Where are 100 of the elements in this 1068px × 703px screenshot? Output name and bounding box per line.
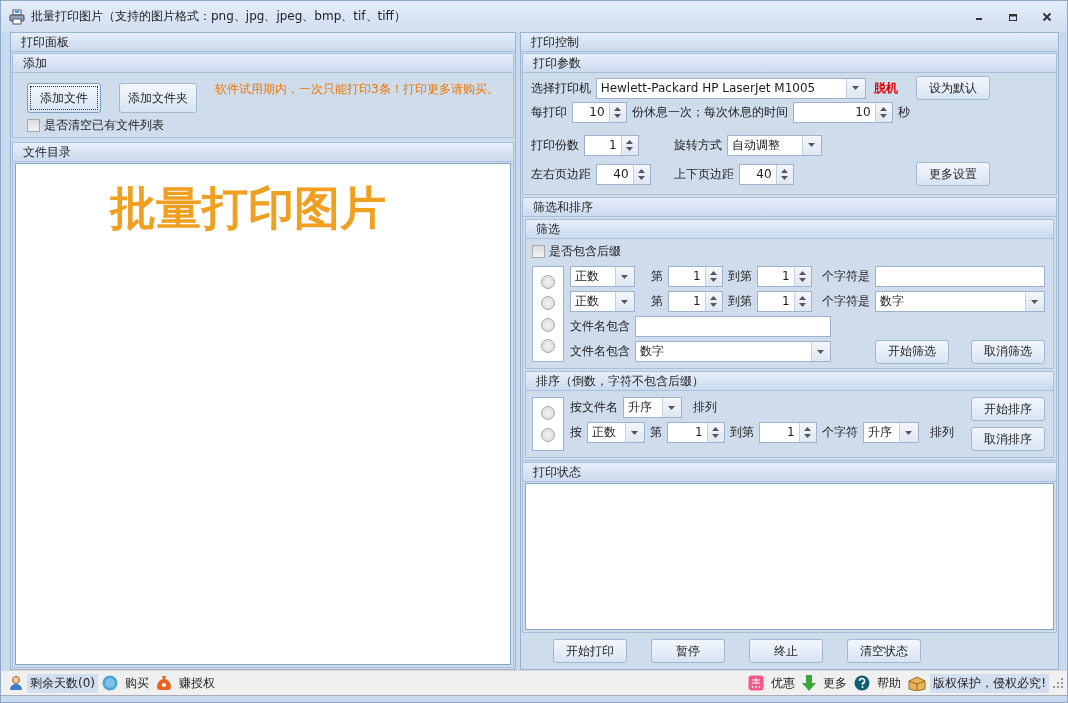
- down-arrow-icon: [802, 675, 817, 691]
- number-field[interactable]: 40: [595, 163, 651, 185]
- button[interactable]: 开始打印: [552, 639, 627, 663]
- number-field[interactable]: 1: [667, 291, 723, 312]
- checkbox-label: 是否包含后缀: [548, 243, 621, 260]
- dropdown[interactable]: 正数: [569, 266, 635, 287]
- caret-icon: [668, 405, 676, 410]
- label: 份休息一次；每次休息的时间: [631, 103, 788, 121]
- spin-arrows-icon: [804, 427, 812, 438]
- label: 到第: [727, 293, 752, 310]
- spin-arrows-icon: [710, 296, 718, 307]
- spin-arrows-icon: [710, 271, 718, 282]
- spin-arrows-icon: [880, 106, 888, 118]
- panel-header: 打印控制: [520, 33, 1058, 52]
- dropdown[interactable]: 正数: [569, 291, 635, 312]
- label: 第: [649, 424, 662, 441]
- button[interactable]: 开始排序: [970, 397, 1045, 421]
- caret-icon: [621, 274, 629, 279]
- status-item[interactable]: 版权保护，侵权必究!: [930, 673, 1049, 693]
- radio-button[interactable]: [540, 428, 555, 442]
- button[interactable]: 开始筛选: [874, 339, 949, 364]
- dropdown[interactable]: 数字: [874, 291, 1045, 312]
- number-field[interactable]: 1: [667, 266, 723, 287]
- spin-arrows-icon: [638, 168, 646, 180]
- label: 每打印: [530, 103, 567, 121]
- number-field[interactable]: 10: [571, 101, 627, 123]
- label: 个字符: [821, 424, 858, 441]
- caret-icon: [1031, 299, 1039, 304]
- label: 到第: [727, 268, 752, 285]
- dropdown[interactable]: 正数: [586, 422, 645, 443]
- status-item[interactable]: 剩余天数(0): [27, 673, 98, 693]
- person-icon: [9, 675, 23, 691]
- button[interactable]: 添加文件: [27, 83, 101, 113]
- checkbox[interactable]: [27, 119, 40, 132]
- banner-title: 批量打印图片: [109, 180, 386, 237]
- printer-icon: [9, 8, 25, 25]
- button[interactable]: 终止: [748, 639, 823, 663]
- dropdown[interactable]: Hewlett-Packard HP LaserJet M1005: [595, 77, 866, 99]
- spin-arrows-icon: [799, 296, 807, 307]
- button[interactable]: 暂停: [650, 639, 725, 663]
- dropdown[interactable]: 升序: [862, 422, 919, 443]
- badge-icon: [102, 675, 118, 691]
- number-field[interactable]: 1: [758, 422, 817, 443]
- radio-button[interactable]: [540, 339, 555, 354]
- spin-arrows-icon: [799, 271, 807, 282]
- caret-icon: [817, 349, 825, 354]
- checkbox[interactable]: [531, 245, 545, 258]
- status-item[interactable]: 购买: [122, 673, 152, 693]
- resize-grip-icon[interactable]: [1053, 678, 1063, 688]
- text-field[interactable]: [874, 266, 1045, 287]
- dropdown[interactable]: 数字: [634, 341, 831, 362]
- radio-button[interactable]: [540, 317, 555, 332]
- radio-button[interactable]: [540, 406, 555, 420]
- caret-icon: [808, 143, 816, 147]
- button[interactable]: 设为默认: [915, 76, 990, 100]
- label: 到第: [729, 424, 754, 441]
- number-field[interactable]: 1: [666, 422, 725, 443]
- label: 上下页边距: [673, 165, 734, 183]
- number-field[interactable]: 40: [738, 163, 794, 185]
- label: 左右页边距: [530, 165, 591, 183]
- printer-status: 脱机: [873, 79, 898, 97]
- group-header: 筛选和排序: [522, 198, 1056, 217]
- window-title: 批量打印图片（支持的图片格式：png、jpg、jpeg、bmp、tif、tiff）: [31, 8, 407, 25]
- number-field[interactable]: 1: [756, 266, 812, 287]
- radio-button[interactable]: [540, 274, 555, 289]
- restore-button[interactable]: [1008, 11, 1018, 22]
- money-bag-icon: [156, 675, 172, 691]
- label: 选择打印机: [530, 79, 591, 97]
- number-field[interactable]: 1: [756, 291, 812, 312]
- label: 个字符是: [821, 268, 870, 285]
- label: 秒: [897, 103, 910, 121]
- status-item[interactable]: 赚授权: [176, 673, 218, 693]
- panel-header: 打印面板: [11, 33, 515, 52]
- label: 打印份数: [530, 136, 579, 154]
- button[interactable]: 取消排序: [970, 427, 1045, 451]
- trial-notice: 软件试用期内，一次只能打印3条！打印更多请购买。: [215, 81, 499, 98]
- spin-arrows-icon: [712, 427, 720, 438]
- group-header: 排序（倒数，字符不包含后缀）: [525, 372, 1053, 391]
- status-item[interactable]: 帮助: [874, 673, 905, 693]
- button[interactable]: 更多设置: [915, 162, 990, 186]
- close-button[interactable]: [1042, 11, 1052, 22]
- caret-icon: [905, 430, 913, 435]
- button[interactable]: 添加文件夹: [119, 83, 197, 113]
- label: 按文件名: [569, 399, 618, 416]
- status-item[interactable]: 更多: [820, 673, 851, 693]
- label: 排列: [929, 424, 954, 441]
- checkbox-label: 是否清空已有文件列表: [44, 117, 164, 134]
- dropdown[interactable]: 自动调整: [726, 134, 822, 156]
- number-field[interactable]: 1: [583, 134, 639, 156]
- status-item[interactable]: 优惠: [768, 673, 799, 693]
- caret-icon: [621, 299, 629, 304]
- label: 第: [650, 293, 663, 310]
- number-field[interactable]: 10: [792, 101, 893, 123]
- label: 文件名包含: [569, 343, 630, 360]
- dropdown[interactable]: 升序: [622, 397, 682, 418]
- radio-button[interactable]: [540, 296, 555, 311]
- label: 个字符是: [821, 293, 870, 310]
- button[interactable]: 取消筛选: [970, 339, 1045, 364]
- text-field[interactable]: [634, 316, 831, 337]
- button[interactable]: 清空状态: [846, 639, 921, 663]
